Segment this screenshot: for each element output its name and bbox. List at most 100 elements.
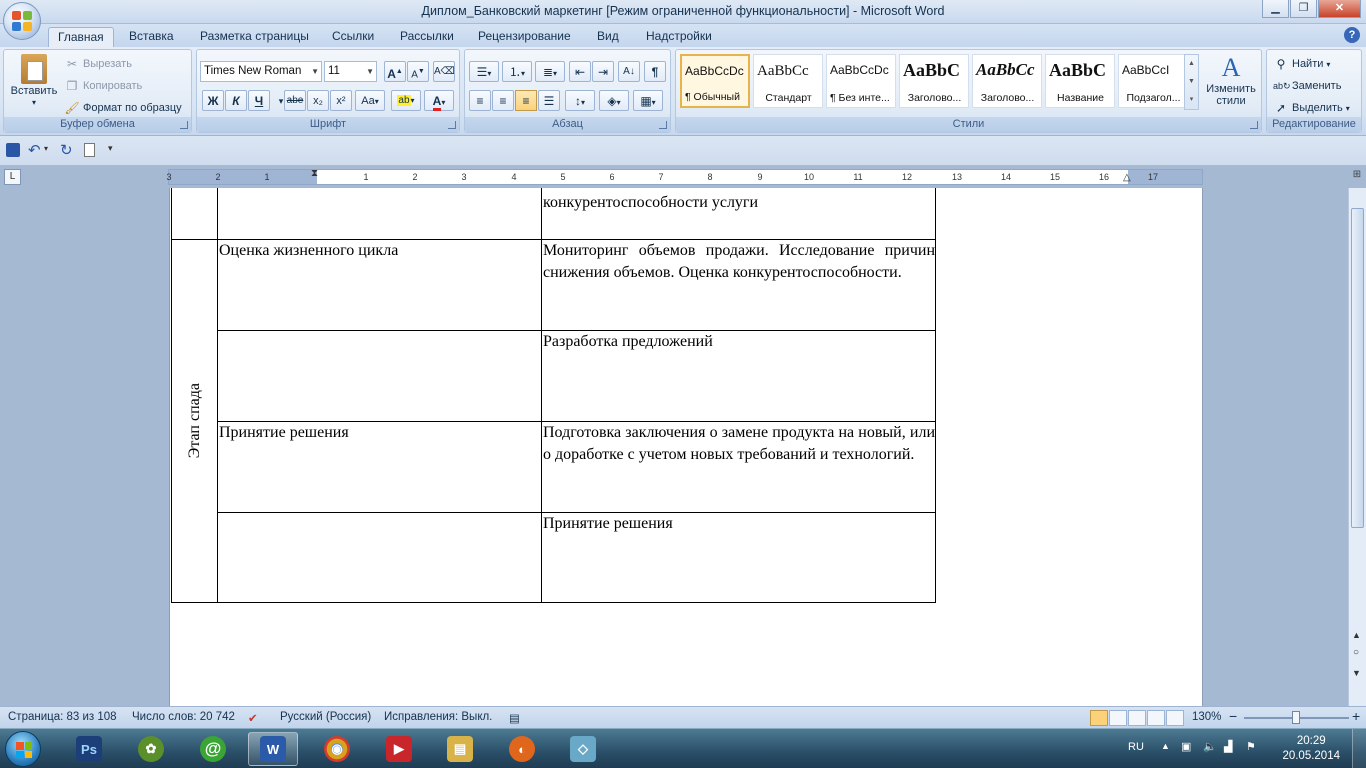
- font-launcher-icon[interactable]: [448, 121, 456, 129]
- zoom-slider-thumb[interactable]: [1292, 711, 1300, 724]
- web-layout-icon[interactable]: [1128, 710, 1146, 726]
- horizontal-ruler[interactable]: 3 2 1 ⧗ 1 2 3 4 5 6 7 8 9 10 11 12 13 14…: [166, 168, 1203, 185]
- taskbar-mail-agent[interactable]: @: [188, 732, 238, 766]
- redo-icon[interactable]: ↻: [60, 141, 73, 159]
- macro-recording-icon[interactable]: ▤: [509, 711, 520, 725]
- customize-qat-icon[interactable]: ▾: [108, 143, 113, 154]
- maximize-button[interactable]: ❐: [1290, 0, 1317, 18]
- table-cell[interactable]: Принятие решения: [541, 512, 936, 603]
- show-hidden-icons-icon[interactable]: ▲: [1161, 741, 1170, 751]
- table-cell[interactable]: конкурентоспособности услуги: [541, 188, 936, 240]
- zoom-in-button[interactable]: +: [1352, 708, 1360, 724]
- table-cell[interactable]: [217, 512, 542, 603]
- highlight-button[interactable]: ab▾: [391, 90, 421, 111]
- increase-indent-button[interactable]: ⇥: [592, 61, 614, 82]
- outline-icon[interactable]: [1147, 710, 1165, 726]
- select-button[interactable]: ➚ Выделить ▾: [1273, 100, 1350, 116]
- line-spacing-button[interactable]: ↕▾: [565, 90, 595, 111]
- style-subtitle[interactable]: AaBbCcI Подзагол...: [1118, 54, 1188, 108]
- language-indicator-tray[interactable]: RU: [1128, 741, 1144, 753]
- taskbar-explorer[interactable]: ▤: [435, 732, 485, 766]
- table-cell[interactable]: Принятие решения: [217, 421, 542, 513]
- borders-button[interactable]: ▦▾: [633, 90, 663, 111]
- full-screen-reading-icon[interactable]: [1109, 710, 1127, 726]
- tab-page-layout[interactable]: Разметка страницы: [191, 27, 318, 47]
- subscript-button[interactable]: x₂: [307, 90, 329, 111]
- scrollbar-thumb[interactable]: [1351, 208, 1364, 528]
- tab-selector-icon[interactable]: L: [4, 169, 21, 185]
- next-page-icon[interactable]: ▼: [1352, 668, 1361, 678]
- browse-object-icon[interactable]: ○: [1353, 647, 1359, 658]
- taskbar-photoshop[interactable]: Ps: [64, 732, 114, 766]
- table-cell[interactable]: Мониторинг объемов продажи. Исследование…: [541, 239, 936, 331]
- show-marks-button[interactable]: ¶: [644, 61, 666, 82]
- view-ruler-icon[interactable]: ⊞: [1350, 169, 1364, 185]
- grow-font-button[interactable]: A▲: [384, 61, 406, 82]
- taskbar-word[interactable]: W: [248, 732, 298, 766]
- change-styles-button[interactable]: A Изменить стили: [1203, 53, 1259, 107]
- previous-page-icon[interactable]: ▲: [1352, 630, 1361, 640]
- sort-button[interactable]: A↓: [618, 61, 640, 82]
- stage-cell[interactable]: Этап спада: [171, 239, 218, 603]
- paragraph-launcher-icon[interactable]: [659, 121, 667, 129]
- justify-button[interactable]: ☰: [538, 90, 560, 111]
- office-button[interactable]: [3, 2, 41, 40]
- zoom-level[interactable]: 130%: [1192, 711, 1221, 723]
- tab-insert[interactable]: Вставка: [120, 27, 183, 47]
- style-normal[interactable]: AaBbCcDc ¶ Обычный: [680, 54, 750, 108]
- undo-dropdown-icon[interactable]: ▾: [44, 144, 48, 153]
- taskbar-icq[interactable]: ✿: [126, 732, 176, 766]
- numbering-button[interactable]: ⒈▾: [502, 61, 532, 82]
- table-cell[interactable]: Оценка жизненного цикла: [217, 239, 542, 331]
- table-cell[interactable]: [217, 330, 542, 422]
- taskbar-firefox[interactable]: ◐: [497, 732, 547, 766]
- clear-format-button[interactable]: A⌫: [433, 61, 455, 82]
- volume-icon[interactable]: 🔈: [1203, 740, 1217, 753]
- styles-launcher-icon[interactable]: [1250, 121, 1258, 129]
- close-button[interactable]: ✕: [1318, 0, 1361, 18]
- bullets-button[interactable]: ☰▾: [469, 61, 499, 82]
- decrease-indent-button[interactable]: ⇤: [569, 61, 591, 82]
- right-indent-marker-icon[interactable]: △: [1123, 172, 1131, 183]
- action-center-icon[interactable]: ⚑: [1246, 740, 1256, 753]
- cut-button[interactable]: ✂ Вырезать: [64, 56, 132, 72]
- tab-mailings[interactable]: Рассылки: [391, 27, 463, 47]
- paste-button[interactable]: Вставить ▾: [8, 54, 60, 107]
- replace-button[interactable]: ab↻ Заменить: [1273, 78, 1341, 94]
- style-standard[interactable]: AaBbCc Стандарт: [753, 54, 823, 108]
- scroll-down-icon[interactable]: ▼: [1185, 73, 1198, 91]
- shrink-font-button[interactable]: A▼: [407, 61, 429, 82]
- find-button[interactable]: ⚲ Найти ▾: [1273, 56, 1331, 72]
- start-button[interactable]: [5, 731, 41, 767]
- tab-home[interactable]: Главная: [48, 27, 114, 47]
- help-icon[interactable]: ?: [1344, 27, 1360, 43]
- table-cell[interactable]: Разработка предложений: [541, 330, 936, 422]
- style-title[interactable]: AaBbC Название: [1045, 54, 1115, 108]
- strikethrough-button[interactable]: abe: [284, 90, 306, 111]
- format-painter-button[interactable]: 🖌 Формат по образцу: [64, 100, 181, 116]
- save-icon[interactable]: [6, 143, 20, 157]
- draft-icon[interactable]: [1166, 710, 1184, 726]
- clipboard-launcher-icon[interactable]: [180, 121, 188, 129]
- style-no-spacing[interactable]: AaBbCcDc ¶ Без инте...: [826, 54, 896, 108]
- style-heading-1[interactable]: AaBbC Заголово...: [899, 54, 969, 108]
- font-size-combo[interactable]: 11 ▼: [324, 61, 377, 82]
- undo-icon[interactable]: ↶: [28, 141, 41, 159]
- indent-marker-icon[interactable]: ⧗: [311, 168, 318, 179]
- style-heading-2[interactable]: AaBbCc Заголово...: [972, 54, 1042, 108]
- clock[interactable]: 20:29 20.05.2014: [1282, 734, 1340, 764]
- taskbar-video[interactable]: ▶: [374, 732, 424, 766]
- network-icon[interactable]: ▟: [1224, 740, 1232, 753]
- align-left-button[interactable]: ≡: [469, 90, 491, 111]
- vertical-scrollbar[interactable]: ▲ ○ ▼: [1348, 188, 1366, 706]
- tab-addins[interactable]: Надстройки: [637, 27, 721, 47]
- language-indicator[interactable]: Русский (Россия): [280, 711, 371, 723]
- shading-button[interactable]: ◈▾: [599, 90, 629, 111]
- new-document-icon[interactable]: [84, 143, 95, 157]
- tab-view[interactable]: Вид: [588, 27, 628, 47]
- taskbar-app[interactable]: ◇: [558, 732, 608, 766]
- tab-review[interactable]: Рецензирование: [469, 27, 580, 47]
- multilevel-list-button[interactable]: ≣▾: [535, 61, 565, 82]
- taskbar-chrome[interactable]: ◉: [312, 732, 362, 766]
- bold-button[interactable]: Ж: [202, 90, 224, 111]
